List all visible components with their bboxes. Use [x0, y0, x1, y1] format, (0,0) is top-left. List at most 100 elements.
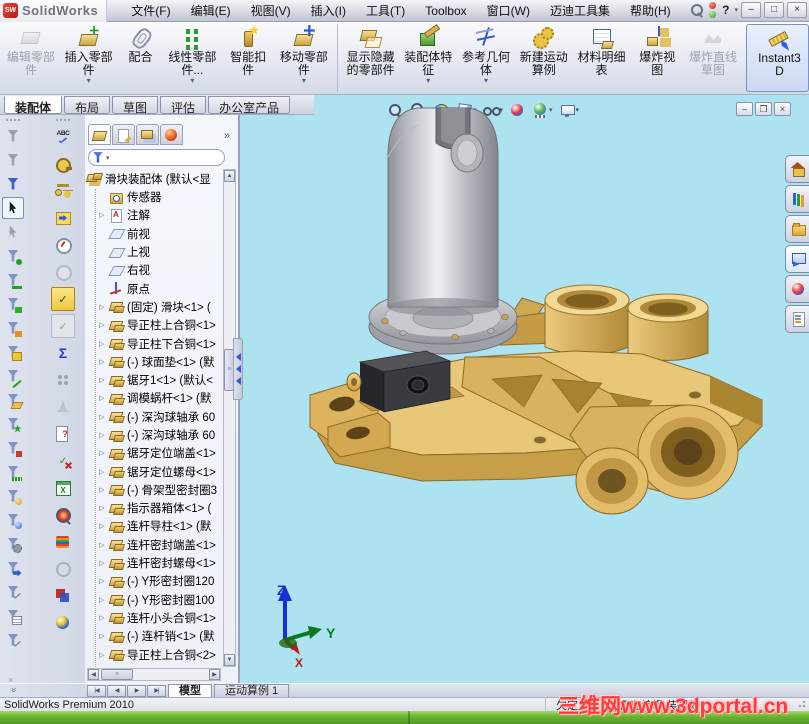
scroll-left-icon[interactable]: ◀	[88, 669, 99, 680]
expand-arrow-icon[interactable]: ▷	[99, 632, 109, 640]
mate-button[interactable]: 配合	[117, 24, 163, 92]
nav-first-button[interactable]: |◀	[87, 684, 106, 697]
filter-planes-button[interactable]	[2, 389, 24, 411]
menu-help[interactable]: 帮助(H)	[620, 0, 681, 21]
curvature-button[interactable]	[51, 368, 75, 392]
toggle-selection-filters-button[interactable]	[2, 173, 24, 195]
doc-close-button[interactable]: ×	[774, 102, 791, 116]
menu-tools[interactable]: 工具(T)	[356, 0, 415, 21]
tree-item[interactable]: 原点	[85, 279, 223, 297]
tab-layout[interactable]: 布局	[64, 96, 111, 115]
motion-study-tab[interactable]: 运动算例 1	[214, 684, 290, 697]
deviation-analysis-button[interactable]	[51, 395, 75, 419]
filter-balloons-button[interactable]	[2, 485, 24, 507]
tree-item[interactable]: ▷ (-) Y形密封圈100	[85, 591, 223, 609]
menu-maidi-tools[interactable]: 迈迪工具集	[540, 0, 620, 21]
selection-toggle-off-button[interactable]: ✓	[51, 314, 75, 338]
tree-item[interactable]: ▷ 连杆密封端盖<1>	[85, 536, 223, 554]
compare-documents-button[interactable]	[51, 584, 75, 608]
expand-arrow-icon[interactable]: ▷	[99, 486, 109, 494]
tree-vertical-scrollbar[interactable]: ▲ ≡ ▼	[223, 169, 236, 667]
expand-arrow-icon[interactable]: ▷	[99, 522, 109, 530]
floxpress-button[interactable]	[51, 530, 75, 554]
instant3d-button[interactable]: Instant3D	[745, 24, 809, 92]
tree-item[interactable]: ▷ 锯牙1<1> (默认<	[85, 371, 223, 389]
tree-item[interactable]: ▷ 连杆导柱<1> (默	[85, 517, 223, 535]
assembly-features-button[interactable]: 装配体特征 ▾	[399, 24, 457, 92]
menu-view[interactable]: 视图(V)	[241, 0, 301, 21]
expand-arrow-icon[interactable]: ▷	[99, 394, 109, 402]
view-palette-tab[interactable]	[785, 245, 809, 273]
filter-surface-finish-button[interactable]	[2, 581, 24, 603]
nav-last-button[interactable]: ▶|	[147, 684, 166, 697]
panel-tabs-overflow-icon[interactable]: »	[224, 127, 234, 142]
expand-arrow-icon[interactable]: ▷	[99, 376, 109, 384]
tree-item[interactable]: 传感器	[85, 188, 223, 206]
scroll-up-icon[interactable]: ▲	[224, 170, 235, 182]
model-tab[interactable]: 模型	[168, 684, 212, 697]
expand-arrow-icon[interactable]: ▷	[99, 651, 109, 659]
help-dropdown-icon[interactable]: ▾	[734, 6, 738, 14]
tree-filter-input[interactable]: ▾	[88, 149, 225, 166]
scrollbar-thumb[interactable]: ≡	[101, 669, 133, 680]
tab-sketch[interactable]: 草图	[112, 96, 159, 115]
reference-geometry-button[interactable]: 参考几何体 ▾	[457, 24, 515, 92]
gold-lower-cylinders[interactable]	[569, 404, 739, 515]
filter-cosmetic-threads-button[interactable]	[2, 533, 24, 555]
filter-dimensions-button[interactable]	[2, 461, 24, 483]
timer-disabled-button[interactable]	[51, 260, 75, 284]
smart-fasteners-button[interactable]: 智能扣件	[221, 24, 275, 92]
tree-item[interactable]: ▷ 导正柱上合铜<1>	[85, 316, 223, 334]
expand-arrow-icon[interactable]: ▷	[99, 559, 109, 567]
nav-next-button[interactable]: ▶	[127, 684, 146, 697]
new-motion-study-button[interactable]: 新建运动算例	[515, 24, 573, 92]
mass-properties-button[interactable]	[51, 179, 75, 203]
help-button[interactable]: ?	[720, 3, 731, 17]
scroll-down-icon[interactable]: ▼	[224, 654, 235, 666]
excel-bom-button[interactable]: X	[51, 476, 75, 500]
tree-item[interactable]: ▷ 锯牙定位螺母<1>	[85, 462, 223, 480]
linear-component-pattern-button[interactable]: 线性零部件... ▾	[163, 24, 221, 92]
insert-component-button[interactable]: 插入零部件 ▾	[60, 24, 118, 92]
measure-button[interactable]	[51, 152, 75, 176]
document-compare-button[interactable]: ?	[51, 422, 75, 446]
filter-datums-button[interactable]	[2, 557, 24, 579]
filter-toggle-button[interactable]	[2, 125, 24, 147]
menu-toolbox[interactable]: Toolbox	[415, 2, 476, 20]
tree-item[interactable]: ▷ (-) 连杆销<1> (默	[85, 627, 223, 645]
filter-tables-button[interactable]	[2, 605, 24, 627]
filter-faces-button[interactable]	[2, 293, 24, 315]
selection-toggle-on-button[interactable]: ✓	[51, 287, 75, 311]
equations-button[interactable]: Σ	[51, 341, 75, 365]
configurationmanager-tab[interactable]	[136, 124, 159, 145]
spell-checker-button[interactable]: ABC	[51, 125, 75, 149]
filter-spheres-button[interactable]	[2, 509, 24, 531]
tree-item[interactable]: ▷ (-) Y形密封圈120	[85, 572, 223, 590]
exploded-view-button[interactable]: 爆炸视图	[630, 24, 684, 92]
clear-all-filters-button[interactable]	[2, 149, 24, 171]
tab-assembly[interactable]: 装配体	[4, 96, 63, 115]
minimize-button[interactable]: –	[741, 2, 761, 18]
appearances-scenes-tab[interactable]	[785, 275, 809, 303]
filter-surface-bodies-button[interactable]	[2, 317, 24, 339]
toolbar-overflow-icon[interactable]: »	[10, 687, 20, 692]
tree-root-item[interactable]: 滑块装配体 (默认<显	[85, 169, 223, 188]
tree-item[interactable]: ▷ (固定) 滑块<1> (	[85, 298, 223, 316]
tree-item[interactable]: 右视	[85, 261, 223, 279]
tree-item[interactable]: ▷ 连杆密封螺母<1>	[85, 554, 223, 572]
dfmxpress-button[interactable]	[51, 557, 75, 581]
move-component-button[interactable]: 移动零部件 ▾	[275, 24, 333, 92]
propertymanager-tab[interactable]	[112, 124, 135, 145]
tree-item[interactable]: 前视	[85, 225, 223, 243]
design-library-tab[interactable]	[785, 185, 809, 213]
tree-item[interactable]: ▷ (-) 骨架型密封圈3	[85, 481, 223, 499]
filter-notes-button[interactable]	[2, 629, 24, 651]
tree-item[interactable]: ▷ (-) 深沟球轴承 60	[85, 426, 223, 444]
expand-arrow-icon[interactable]: ▷	[99, 449, 109, 457]
expand-arrow-icon[interactable]: ▷	[99, 596, 109, 604]
expand-arrow-icon[interactable]: ▷	[99, 504, 109, 512]
expand-arrow-icon[interactable]: ▷	[99, 431, 109, 439]
tree-item[interactable]: ▷ (-) 深沟球轴承 60	[85, 408, 223, 426]
expand-arrow-icon[interactable]: ▷	[99, 303, 109, 311]
search-icon[interactable]	[689, 2, 705, 18]
